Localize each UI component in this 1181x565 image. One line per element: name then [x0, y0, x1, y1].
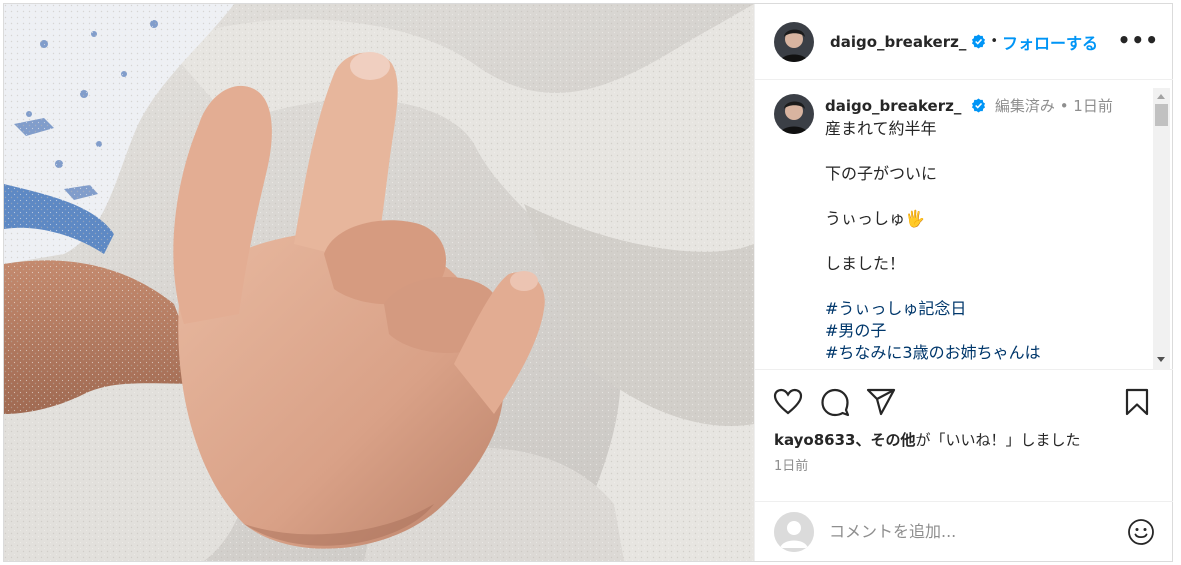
hashtag-link[interactable]: #ちなみに3歳のお姉ちゃんは: [825, 342, 1145, 364]
instagram-post: daigo_breakerz_ • フォローする ••• daigo_break…: [3, 3, 1173, 562]
comment-icon[interactable]: [819, 386, 851, 418]
header-separator: •: [990, 34, 999, 49]
emoji-icon[interactable]: [1127, 518, 1155, 546]
caption-line: しました！: [825, 254, 906, 273]
scroll-down-arrow-icon[interactable]: [1157, 357, 1165, 362]
caption-line: 産まれて約半年: [825, 119, 937, 138]
liker-username[interactable]: kayo8633、: [774, 431, 870, 449]
comment-input[interactable]: [829, 518, 1099, 544]
bookmark-icon[interactable]: [1121, 386, 1153, 418]
author-username[interactable]: daigo_breakerz_: [830, 33, 966, 51]
caption-text: 産まれて約半年 下の子がついに うぃっしゅ🖐 しました！ #うぃっしゅ記念日 #…: [825, 118, 1145, 364]
verified-badge-icon: [972, 34, 986, 49]
likes-suffix: が「いいね！」しました: [915, 431, 1081, 449]
more-options-button[interactable]: •••: [1118, 28, 1159, 52]
caption-author-username[interactable]: daigo_breakerz_: [825, 97, 961, 115]
scroll-up-arrow-icon[interactable]: [1157, 94, 1165, 99]
heart-icon[interactable]: [772, 386, 804, 418]
likes-others-link[interactable]: その他: [870, 431, 915, 449]
post-photo[interactable]: [4, 4, 754, 561]
likes-summary: kayo8633、その他が「いいね！」しました: [774, 429, 1081, 450]
follow-button[interactable]: フォローする: [1002, 30, 1098, 54]
post-side-panel: daigo_breakerz_ • フォローする ••• daigo_break…: [754, 4, 1173, 561]
hashtag-link[interactable]: #男の子: [825, 320, 1145, 342]
post-header: daigo_breakerz_ • フォローする •••: [755, 4, 1173, 80]
post-timestamp[interactable]: 1日前: [774, 455, 808, 474]
share-icon[interactable]: [865, 386, 897, 418]
caption-line: 下の子がついに: [825, 164, 938, 183]
caption-line: うぃっしゅ🖐: [825, 209, 925, 228]
caption-header: daigo_breakerz_ 編集済み • 1日前: [825, 95, 1113, 116]
caption-meta: 編集済み • 1日前: [994, 97, 1113, 115]
avatar-image: [774, 94, 814, 134]
caption-area[interactable]: daigo_breakerz_ 編集済み • 1日前 産まれて約半年 下の子がつ…: [755, 80, 1173, 370]
default-avatar-icon: [774, 512, 814, 552]
caption-author-avatar[interactable]: [774, 94, 814, 134]
verified-badge-icon: [972, 98, 986, 113]
hashtag-link[interactable]: #うぃっしゅ記念日: [825, 298, 1145, 320]
current-user-avatar: [774, 512, 814, 552]
comment-bar: [755, 501, 1173, 561]
baby-hand-photo: [4, 4, 754, 561]
scrollbar-thumb[interactable]: [1155, 104, 1168, 126]
caption-scrollbar[interactable]: [1153, 88, 1170, 370]
author-avatar[interactable]: [774, 21, 814, 62]
avatar-image: [774, 21, 814, 62]
post-actions: [755, 384, 1173, 424]
